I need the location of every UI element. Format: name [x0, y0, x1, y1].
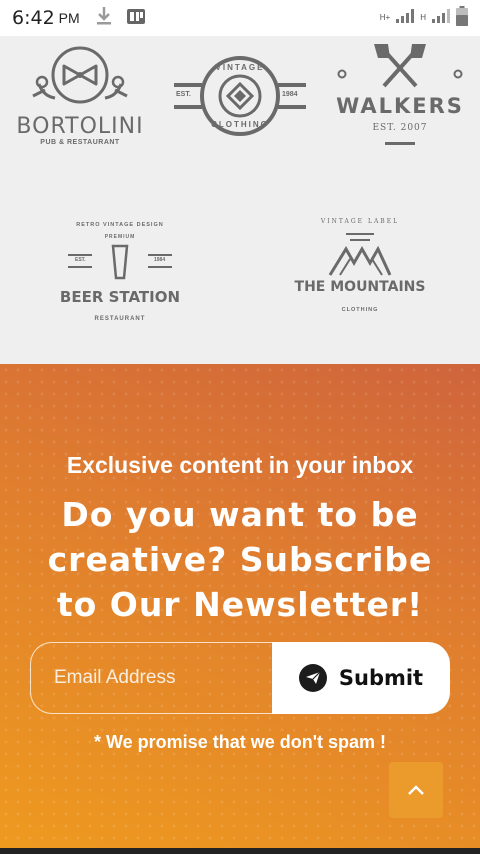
status-system-icons: H+ H [379, 5, 468, 31]
logo-mountains-arc-text: VINTAGE LABEL [320, 218, 400, 225]
logo-vintage-top-text: VINTAGE [215, 63, 265, 72]
signal-icon [432, 8, 450, 28]
submit-button[interactable]: Submit [272, 642, 450, 714]
network-type-label: H+ [379, 13, 391, 22]
newsletter-title: Do you want to be creative? Subscribe to… [47, 495, 433, 624]
logo-beer-year: 1984 [154, 257, 166, 263]
chevron-up-icon [408, 785, 424, 795]
logo-the-mountains: VINTAGE LABEL THE MOUNTAINS CLOTHING [290, 218, 430, 313]
logo-beer-arc-text: RETRO VINTAGE DESIGN [76, 222, 164, 228]
network-type-label: H [420, 13, 426, 22]
back-to-top-button[interactable] [389, 762, 443, 818]
logo-bortolini-sub: PUB & RESTAURANT [40, 139, 120, 146]
logo-vintage-bottom-text: CLOTHING [211, 120, 269, 129]
logo-vintage-clothing: VINTAGE CLOTHING EST. 1984 [172, 50, 308, 142]
logo-walkers-sub: EST. 2007 [372, 123, 428, 133]
status-ampm: PM [58, 10, 80, 26]
logo-bortolini-name: BORTOLINI [16, 114, 144, 139]
logo-beer-emblem: EST. 1984 [50, 242, 190, 282]
beer-glass-icon [68, 244, 172, 280]
battery-icon [456, 5, 468, 31]
notification-app-icon [126, 6, 146, 31]
logo-mountains-sub: CLOTHING [341, 307, 379, 313]
crossed-axes-icon [337, 44, 463, 88]
status-notifications [96, 6, 146, 31]
newsletter-form: Submit [30, 642, 450, 714]
logo-mountains-name: THE MOUNTAINS [294, 279, 426, 295]
logo-beer-premium: PREMIUM [104, 234, 136, 240]
logo-vintage-est: EST. [176, 91, 191, 98]
signal-icon [396, 8, 415, 28]
logo-walkers-underline [385, 142, 415, 145]
logo-bortolini: BORTOLINI PUB & RESTAURANT [14, 44, 146, 146]
no-spam-note: * We promise that we don't spam ! [94, 732, 386, 752]
status-bar: 6:42 PM H+ H [0, 0, 480, 36]
client-logos-section: BORTOLINI PUB & RESTAURANT VINTAGE CLOTH… [0, 36, 480, 364]
logo-beer-est: EST. [75, 257, 86, 263]
logo-vintage-year: 1984 [282, 91, 298, 98]
mountains-icon [328, 233, 392, 276]
newsletter-section: Exclusive content in your inbox Do you w… [0, 364, 480, 848]
logo-beer-station: RETRO VINTAGE DESIGN PREMIUM EST. 1984 B… [50, 222, 190, 322]
logo-beer-name: BEER STATION [59, 288, 181, 306]
download-icon [96, 6, 112, 31]
logo-beer-sub: RESTAURANT [94, 316, 146, 322]
send-icon [298, 664, 327, 692]
footer-strip [0, 848, 480, 854]
logo-walkers: WALKERS EST. 2007 [334, 40, 466, 145]
logo-walkers-name: WALKERS [336, 94, 464, 118]
email-address-input[interactable] [30, 642, 272, 714]
bow-tie-emblem-icon [32, 46, 128, 104]
newsletter-kicker: Exclusive content in your inbox [66, 452, 414, 478]
submit-button-label: Submit [338, 666, 424, 690]
status-time: 6:42 [12, 7, 55, 29]
